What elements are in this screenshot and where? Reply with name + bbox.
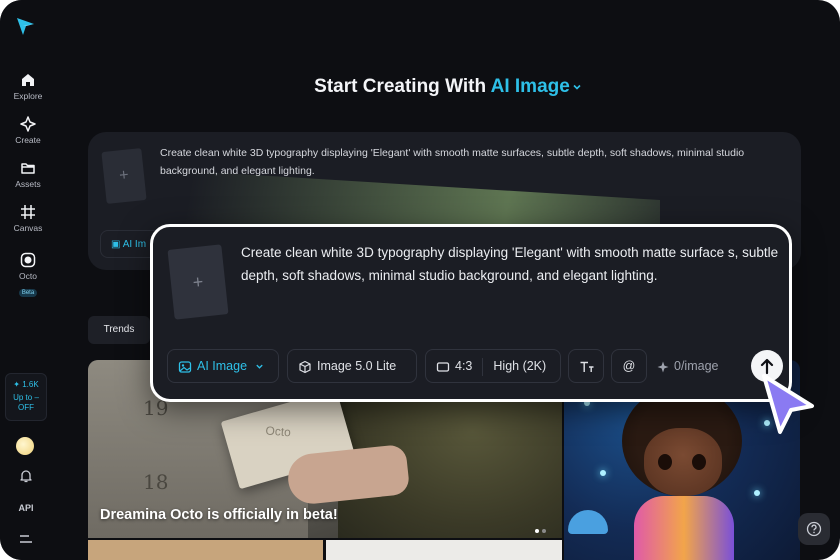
spark-icon: ✦ [13, 380, 20, 389]
sparkle-icon [657, 361, 669, 373]
mailbox-number: 18 [143, 470, 169, 494]
pointer-cursor-icon [762, 374, 814, 434]
banner-caption: Dreamina Octo is officially in beta! [100, 507, 338, 523]
home-icon [22, 74, 34, 86]
sidebar-item-label: Explore [13, 91, 43, 101]
sidebar-item-label: Canvas [13, 223, 43, 233]
title-prefix: Start Creating With [314, 76, 487, 97]
ratio-quality-dropdown[interactable]: 4:3 High (2K) [425, 349, 561, 383]
credit-cost: 0/image [657, 349, 718, 383]
ratio-label: 4:3 [455, 359, 473, 373]
sidebar-item-canvas[interactable]: Canvas [0, 204, 56, 233]
prompt-text[interactable]: Create clean white 3D typography display… [160, 144, 790, 180]
sidebar-item-octo[interactable]: Octo Beta [0, 252, 56, 299]
octo-icon [20, 252, 36, 268]
menu-icon[interactable] [19, 534, 33, 544]
question-icon [806, 521, 822, 537]
carousel-dots[interactable] [532, 520, 546, 538]
mention-symbol: @ [622, 359, 636, 373]
app-window: Explore Create Assets Canvas Octo Beta ✦… [0, 0, 840, 560]
credit-cost-label: 0/image [674, 359, 719, 373]
chevron-down-icon [255, 364, 263, 370]
page-title: Start Creating With AI Image [56, 76, 840, 98]
mention-button[interactable]: @ [611, 349, 647, 383]
mode-dropdown[interactable]: AI Image [167, 349, 279, 383]
envelope-text: Octo [265, 423, 292, 440]
mode-chip-label: AI Im [122, 239, 147, 250]
sidebar-item-label: Assets [15, 179, 41, 189]
mode-selector-label: AI Image [490, 76, 570, 97]
quality-label: High (2K) [493, 359, 547, 373]
gallery-card[interactable] [88, 540, 323, 560]
prompt-composer: + Create clean white 3D typography displ… [150, 224, 792, 402]
app-logo[interactable] [14, 14, 38, 38]
beta-badge: Beta [18, 289, 38, 297]
aspect-ratio-icon [436, 362, 450, 372]
doll-face [644, 428, 722, 496]
bell-icon[interactable] [19, 469, 33, 483]
reference-image-upload[interactable]: + [101, 148, 147, 204]
sparkle-icon [20, 116, 36, 132]
sidebar: Explore Create Assets Canvas Octo Beta ✦… [0, 0, 56, 560]
chevron-down-icon [573, 84, 581, 90]
promo-count: 1.6K [22, 380, 39, 389]
mode-dropdown-label: AI Image [197, 359, 248, 373]
gallery-card[interactable] [326, 540, 562, 560]
sidebar-item-assets[interactable]: Assets [0, 160, 56, 189]
promo-badge[interactable]: ✦ 1.6K Up to – OFF [5, 373, 47, 421]
text-size-icon [580, 361, 594, 372]
image-icon: ▣ [111, 239, 121, 250]
prompt-input[interactable]: Create clean white 3D typography display… [241, 241, 781, 287]
frame-icon [21, 205, 35, 219]
sidebar-item-label: Octo [19, 271, 37, 281]
mode-selector[interactable]: AI Image [491, 76, 582, 97]
tab-trends[interactable]: Trends [88, 316, 150, 344]
mushroom-image [568, 510, 608, 534]
avatar[interactable] [16, 437, 34, 455]
sidebar-item-label: Create [15, 135, 41, 145]
plus-icon: + [118, 166, 130, 185]
folder-icon [21, 163, 35, 174]
model-dropdown[interactable]: Image 5.0 Lite [287, 349, 417, 383]
api-link[interactable]: API [0, 503, 52, 513]
model-dropdown-label: Image 5.0 Lite [317, 359, 397, 373]
plus-icon: + [191, 271, 205, 293]
sidebar-item-explore[interactable]: Explore [0, 72, 56, 101]
cube-icon [299, 360, 311, 373]
doll-body [634, 496, 734, 560]
text-style-button[interactable] [568, 349, 604, 383]
reference-image-upload[interactable]: + [167, 244, 229, 320]
image-icon [178, 361, 192, 373]
help-button[interactable] [798, 513, 830, 545]
promo-text: Up to – OFF [13, 393, 39, 412]
gallery-row-2 [88, 540, 562, 560]
sidebar-item-create[interactable]: Create [0, 116, 56, 145]
